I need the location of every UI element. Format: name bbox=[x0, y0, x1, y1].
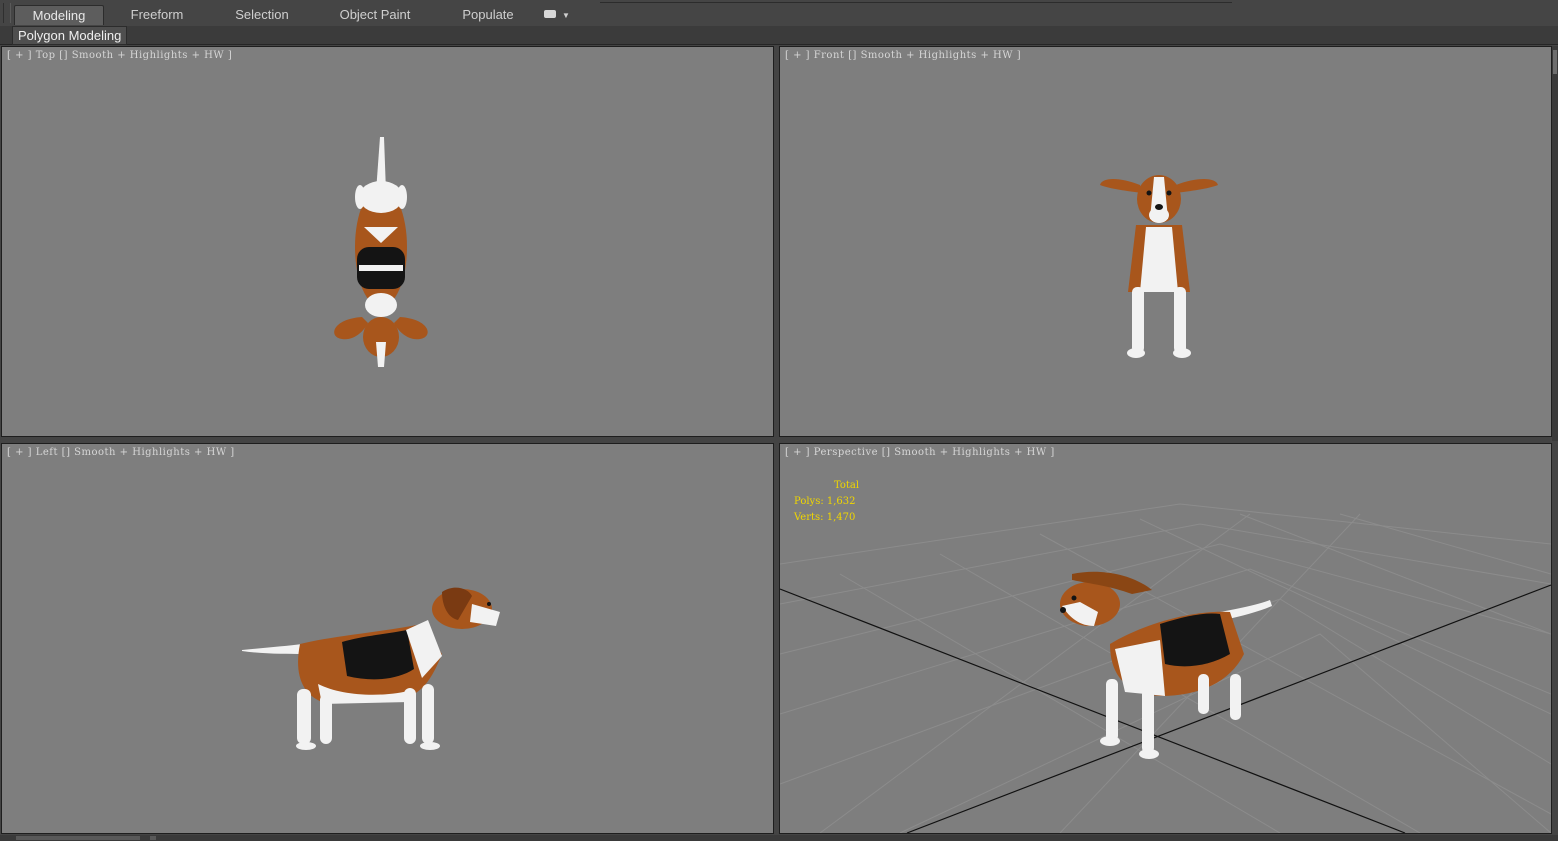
dog-front-view bbox=[1100, 175, 1218, 358]
dog-top-view bbox=[334, 137, 428, 367]
viewport-left[interactable]: [ + ] Left [] Smooth + Highlights + HW ] bbox=[1, 443, 774, 834]
tab-object-paint[interactable]: Object Paint bbox=[328, 5, 422, 24]
tab-populate[interactable]: Populate bbox=[450, 5, 526, 24]
ribbon-minimize-icon bbox=[544, 10, 556, 18]
tab-modeling[interactable]: Modeling bbox=[14, 5, 104, 25]
ribbon-minimize-button[interactable]: ▼ bbox=[542, 8, 570, 22]
tab-freeform[interactable]: Freeform bbox=[116, 5, 198, 24]
right-scrollbar[interactable] bbox=[1552, 46, 1558, 441]
stats-title: Total bbox=[834, 480, 860, 491]
viewport-label-perspective[interactable]: [ + ] Perspective [] Smooth + Highlights… bbox=[785, 447, 1055, 458]
tab-selection[interactable]: Selection bbox=[222, 5, 302, 24]
viewport-front[interactable]: [ + ] Front [] Smooth + Highlights + HW … bbox=[779, 46, 1552, 437]
time-slider-handle[interactable] bbox=[150, 836, 156, 840]
bottom-status-bar bbox=[0, 835, 1558, 841]
ribbon-grip[interactable] bbox=[3, 3, 11, 23]
dog-left-view bbox=[242, 587, 500, 750]
scrollbar-thumb[interactable] bbox=[1553, 50, 1557, 74]
dropdown-caret-icon: ▼ bbox=[562, 11, 570, 20]
viewport-top[interactable]: [ + ] Top [] Smooth + Highlights + HW ] bbox=[1, 46, 774, 437]
divider bbox=[600, 2, 1232, 3]
stats-polys: Polys: 1,632 bbox=[794, 496, 856, 507]
viewport-perspective[interactable]: [ + ] Perspective [] Smooth + Highlights… bbox=[779, 443, 1552, 834]
ribbon-tab-bar: Modeling Freeform Selection Object Paint… bbox=[0, 0, 1558, 27]
time-slider[interactable] bbox=[16, 836, 140, 840]
stats-verts: Verts: 1,470 bbox=[794, 512, 856, 523]
perspective-grid bbox=[780, 503, 1551, 833]
statistics-overlay: Total Polys: 1,632 Verts: 1,470 bbox=[794, 478, 859, 526]
panel-title-polygon-modeling[interactable]: Polygon Modeling bbox=[12, 26, 128, 45]
ribbon-panel-strip bbox=[0, 26, 1558, 45]
